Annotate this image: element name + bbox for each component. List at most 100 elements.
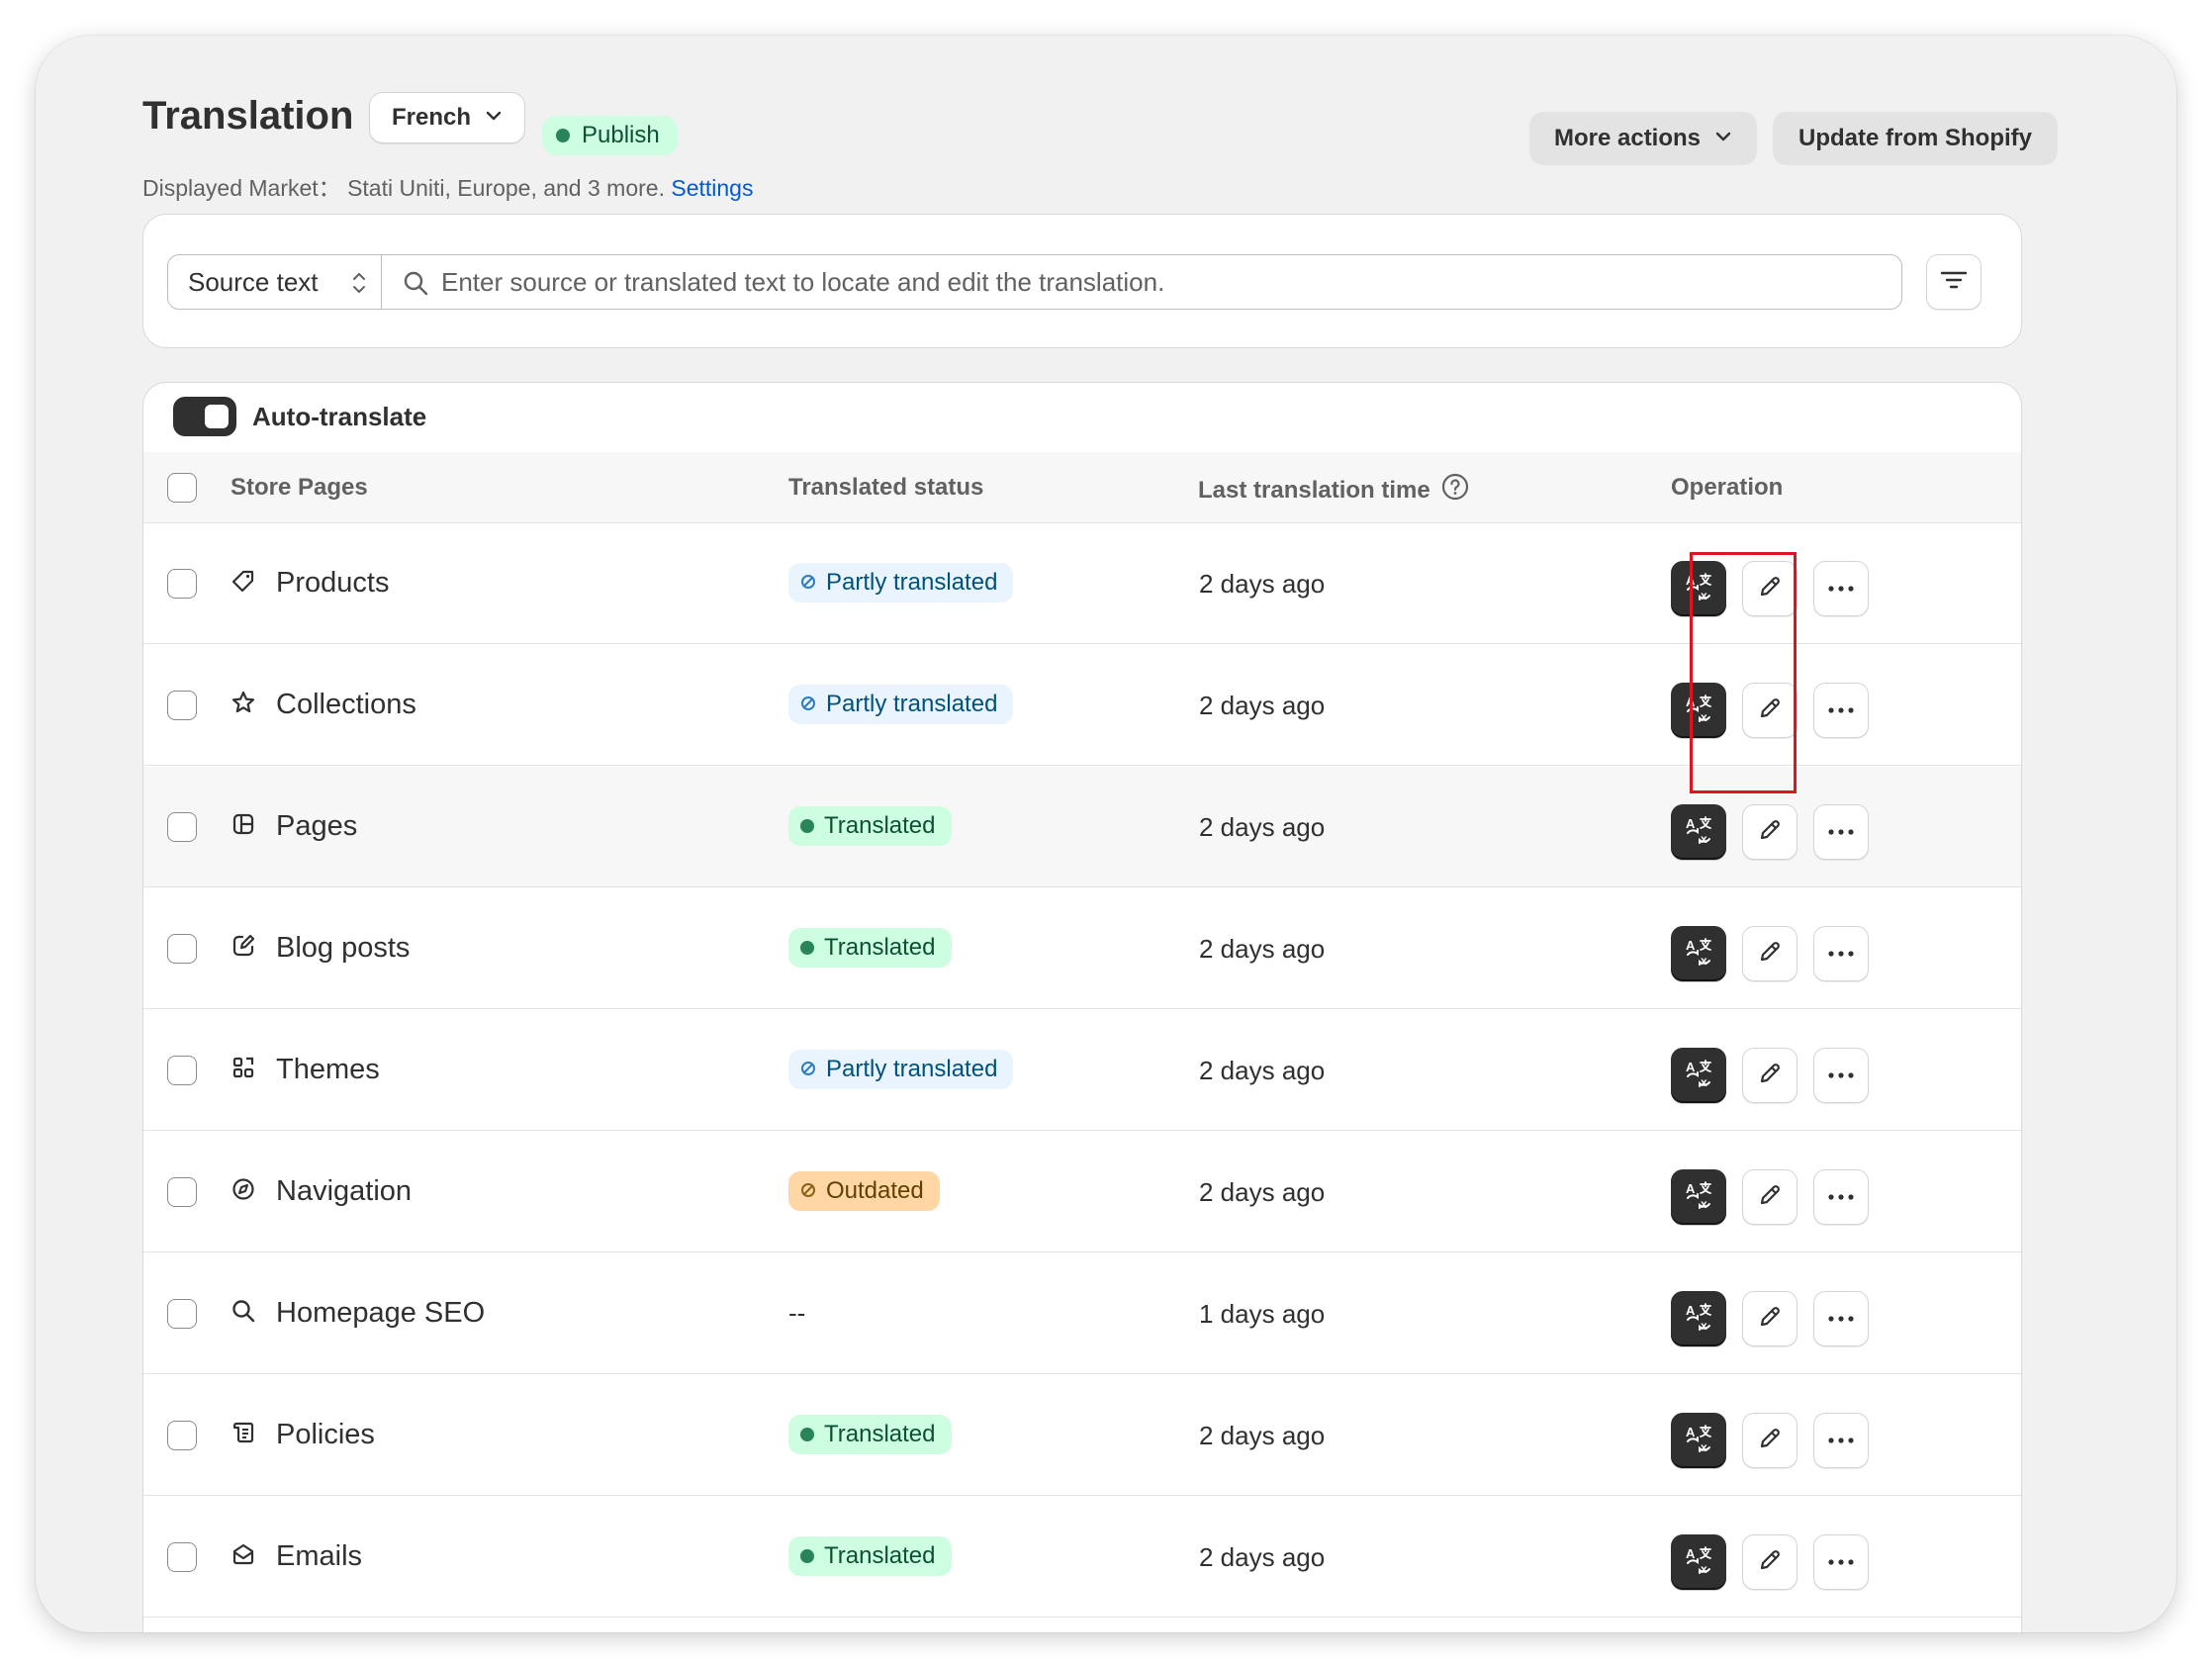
partial-status-icon — [800, 569, 816, 597]
auto-translate-button[interactable]: Ax — [1671, 804, 1726, 860]
filter-button[interactable] — [1926, 254, 1982, 310]
svg-text:x: x — [1701, 1440, 1707, 1453]
table-row[interactable]: Policies Translated 2 days ago Ax — [143, 1375, 2021, 1496]
edit-button[interactable] — [1742, 683, 1797, 738]
status-badge: Translated — [788, 806, 952, 846]
help-icon[interactable] — [1440, 472, 1470, 509]
row-checkbox[interactable] — [167, 812, 197, 842]
row-checkbox[interactable] — [167, 1299, 197, 1329]
edit-button[interactable] — [1742, 1048, 1797, 1103]
tag-icon — [230, 568, 256, 599]
svg-text:A: A — [1686, 1425, 1696, 1439]
edit-button[interactable] — [1742, 804, 1797, 860]
table-row[interactable]: Products Partly translated 2 days ago Ax — [143, 523, 2021, 644]
store-page-name: Policies — [276, 1419, 375, 1450]
store-page-name: Blog posts — [276, 932, 411, 964]
row-checkbox[interactable] — [167, 1421, 197, 1450]
edit-button[interactable] — [1742, 1413, 1797, 1468]
status-label: Translated — [824, 812, 936, 839]
more-options-button[interactable] — [1813, 926, 1869, 981]
row-checkbox[interactable] — [167, 1542, 197, 1572]
auto-translate-label: Auto-translate — [252, 402, 427, 431]
more-options-button[interactable] — [1813, 1291, 1869, 1346]
auto-translate-button[interactable]: Ax — [1671, 561, 1726, 616]
apps-icon — [230, 1055, 256, 1085]
svg-text:x: x — [1701, 1562, 1707, 1575]
row-checkbox[interactable] — [167, 934, 197, 964]
auto-translate-button[interactable]: Ax — [1671, 1534, 1726, 1590]
select-all-checkbox[interactable] — [167, 473, 197, 503]
status-badge: Translated — [788, 1415, 952, 1454]
auto-translate-button[interactable]: Ax — [1671, 683, 1726, 738]
email-icon — [230, 1541, 256, 1572]
column-operation: Operation — [1671, 474, 1783, 502]
row-checkbox[interactable] — [167, 1177, 197, 1207]
translate-icon: Ax — [1684, 1059, 1713, 1093]
store-page-name: Homepage SEO — [276, 1297, 486, 1329]
column-label: Translated status — [788, 474, 984, 501]
table-row[interactable]: Pages Translated 2 days ago Ax — [143, 767, 2021, 887]
more-horizontal-icon — [1826, 580, 1856, 598]
svg-text:x: x — [1701, 710, 1707, 723]
settings-link[interactable]: Settings — [671, 175, 753, 201]
search-input[interactable]: Enter source or translated text to locat… — [381, 254, 1902, 310]
row-checkbox[interactable] — [167, 691, 197, 720]
status-dot-icon — [800, 819, 814, 833]
store-page-name: Navigation — [276, 1175, 413, 1207]
auto-translate-button[interactable]: Ax — [1671, 1291, 1726, 1346]
translate-icon: Ax — [1684, 1302, 1713, 1337]
compose-icon — [230, 933, 256, 964]
more-horizontal-icon — [1826, 1310, 1856, 1328]
more-options-button[interactable] — [1813, 1534, 1869, 1590]
table-row[interactable]: Emails Translated 2 days ago Ax — [143, 1497, 2021, 1618]
more-options-button[interactable] — [1813, 804, 1869, 860]
status-badge: Partly translated — [788, 563, 1014, 602]
policy-icon — [230, 1420, 256, 1450]
pencil-icon — [1756, 816, 1784, 849]
svg-text:x: x — [1701, 589, 1707, 602]
table-row[interactable]: Navigation Outdated 2 days ago Ax — [143, 1132, 2021, 1252]
table-row[interactable]: Blog posts Translated 2 days ago Ax — [143, 888, 2021, 1009]
language-select-label: French — [392, 104, 472, 131]
auto-translate-button[interactable]: Ax — [1671, 1169, 1726, 1225]
status-badge: Partly translated — [788, 685, 1014, 724]
edit-button[interactable] — [1742, 561, 1797, 616]
auto-translate-button[interactable]: Ax — [1671, 1413, 1726, 1468]
svg-text:x: x — [1701, 1319, 1707, 1332]
table-row[interactable]: Themes Partly translated 2 days ago Ax — [143, 1010, 2021, 1131]
last-translation-time: 2 days ago — [1199, 1542, 1326, 1572]
edit-button[interactable] — [1742, 1169, 1797, 1225]
star-icon — [230, 690, 256, 720]
chevron-down-icon — [485, 104, 503, 132]
source-text-select[interactable]: Source text — [167, 254, 381, 310]
status-label: Translated — [824, 934, 936, 961]
translate-icon: Ax — [1684, 815, 1713, 850]
translate-icon: Ax — [1684, 694, 1713, 728]
auto-translate-toggle[interactable] — [173, 397, 236, 436]
column-label: Store Pages — [230, 474, 368, 501]
more-options-button[interactable] — [1813, 1413, 1869, 1468]
more-options-button[interactable] — [1813, 1048, 1869, 1103]
auto-translate-button[interactable]: Ax — [1671, 1048, 1726, 1103]
more-horizontal-icon — [1826, 1066, 1856, 1084]
edit-button[interactable] — [1742, 926, 1797, 981]
more-options-button[interactable] — [1813, 683, 1869, 738]
more-options-button[interactable] — [1813, 1169, 1869, 1225]
column-time: Last translation time — [1198, 472, 1470, 509]
more-options-button[interactable] — [1813, 561, 1869, 616]
filter-icon — [1939, 268, 1969, 297]
edit-button[interactable] — [1742, 1291, 1797, 1346]
more-horizontal-icon — [1826, 945, 1856, 963]
publish-badge: Publish — [542, 116, 678, 155]
store-pages-table: Auto-translate Store Pages Translated st… — [142, 382, 2022, 1632]
row-checkbox[interactable] — [167, 569, 197, 599]
table-row[interactable]: Collections Partly translated 2 days ago Ax — [143, 645, 2021, 766]
row-checkbox[interactable] — [167, 1056, 197, 1085]
edit-button[interactable] — [1742, 1534, 1797, 1590]
auto-translate-button[interactable]: Ax — [1671, 926, 1726, 981]
table-row[interactable]: Homepage SEO -- 1 days ago Ax — [143, 1253, 2021, 1374]
language-select[interactable]: French — [369, 92, 525, 143]
update-from-shopify-button[interactable]: Update from Shopify — [1773, 112, 2058, 165]
more-actions-button[interactable]: More actions — [1529, 112, 1757, 165]
displayed-market: Displayed Market： Stati Uniti, Europe, a… — [142, 169, 753, 203]
